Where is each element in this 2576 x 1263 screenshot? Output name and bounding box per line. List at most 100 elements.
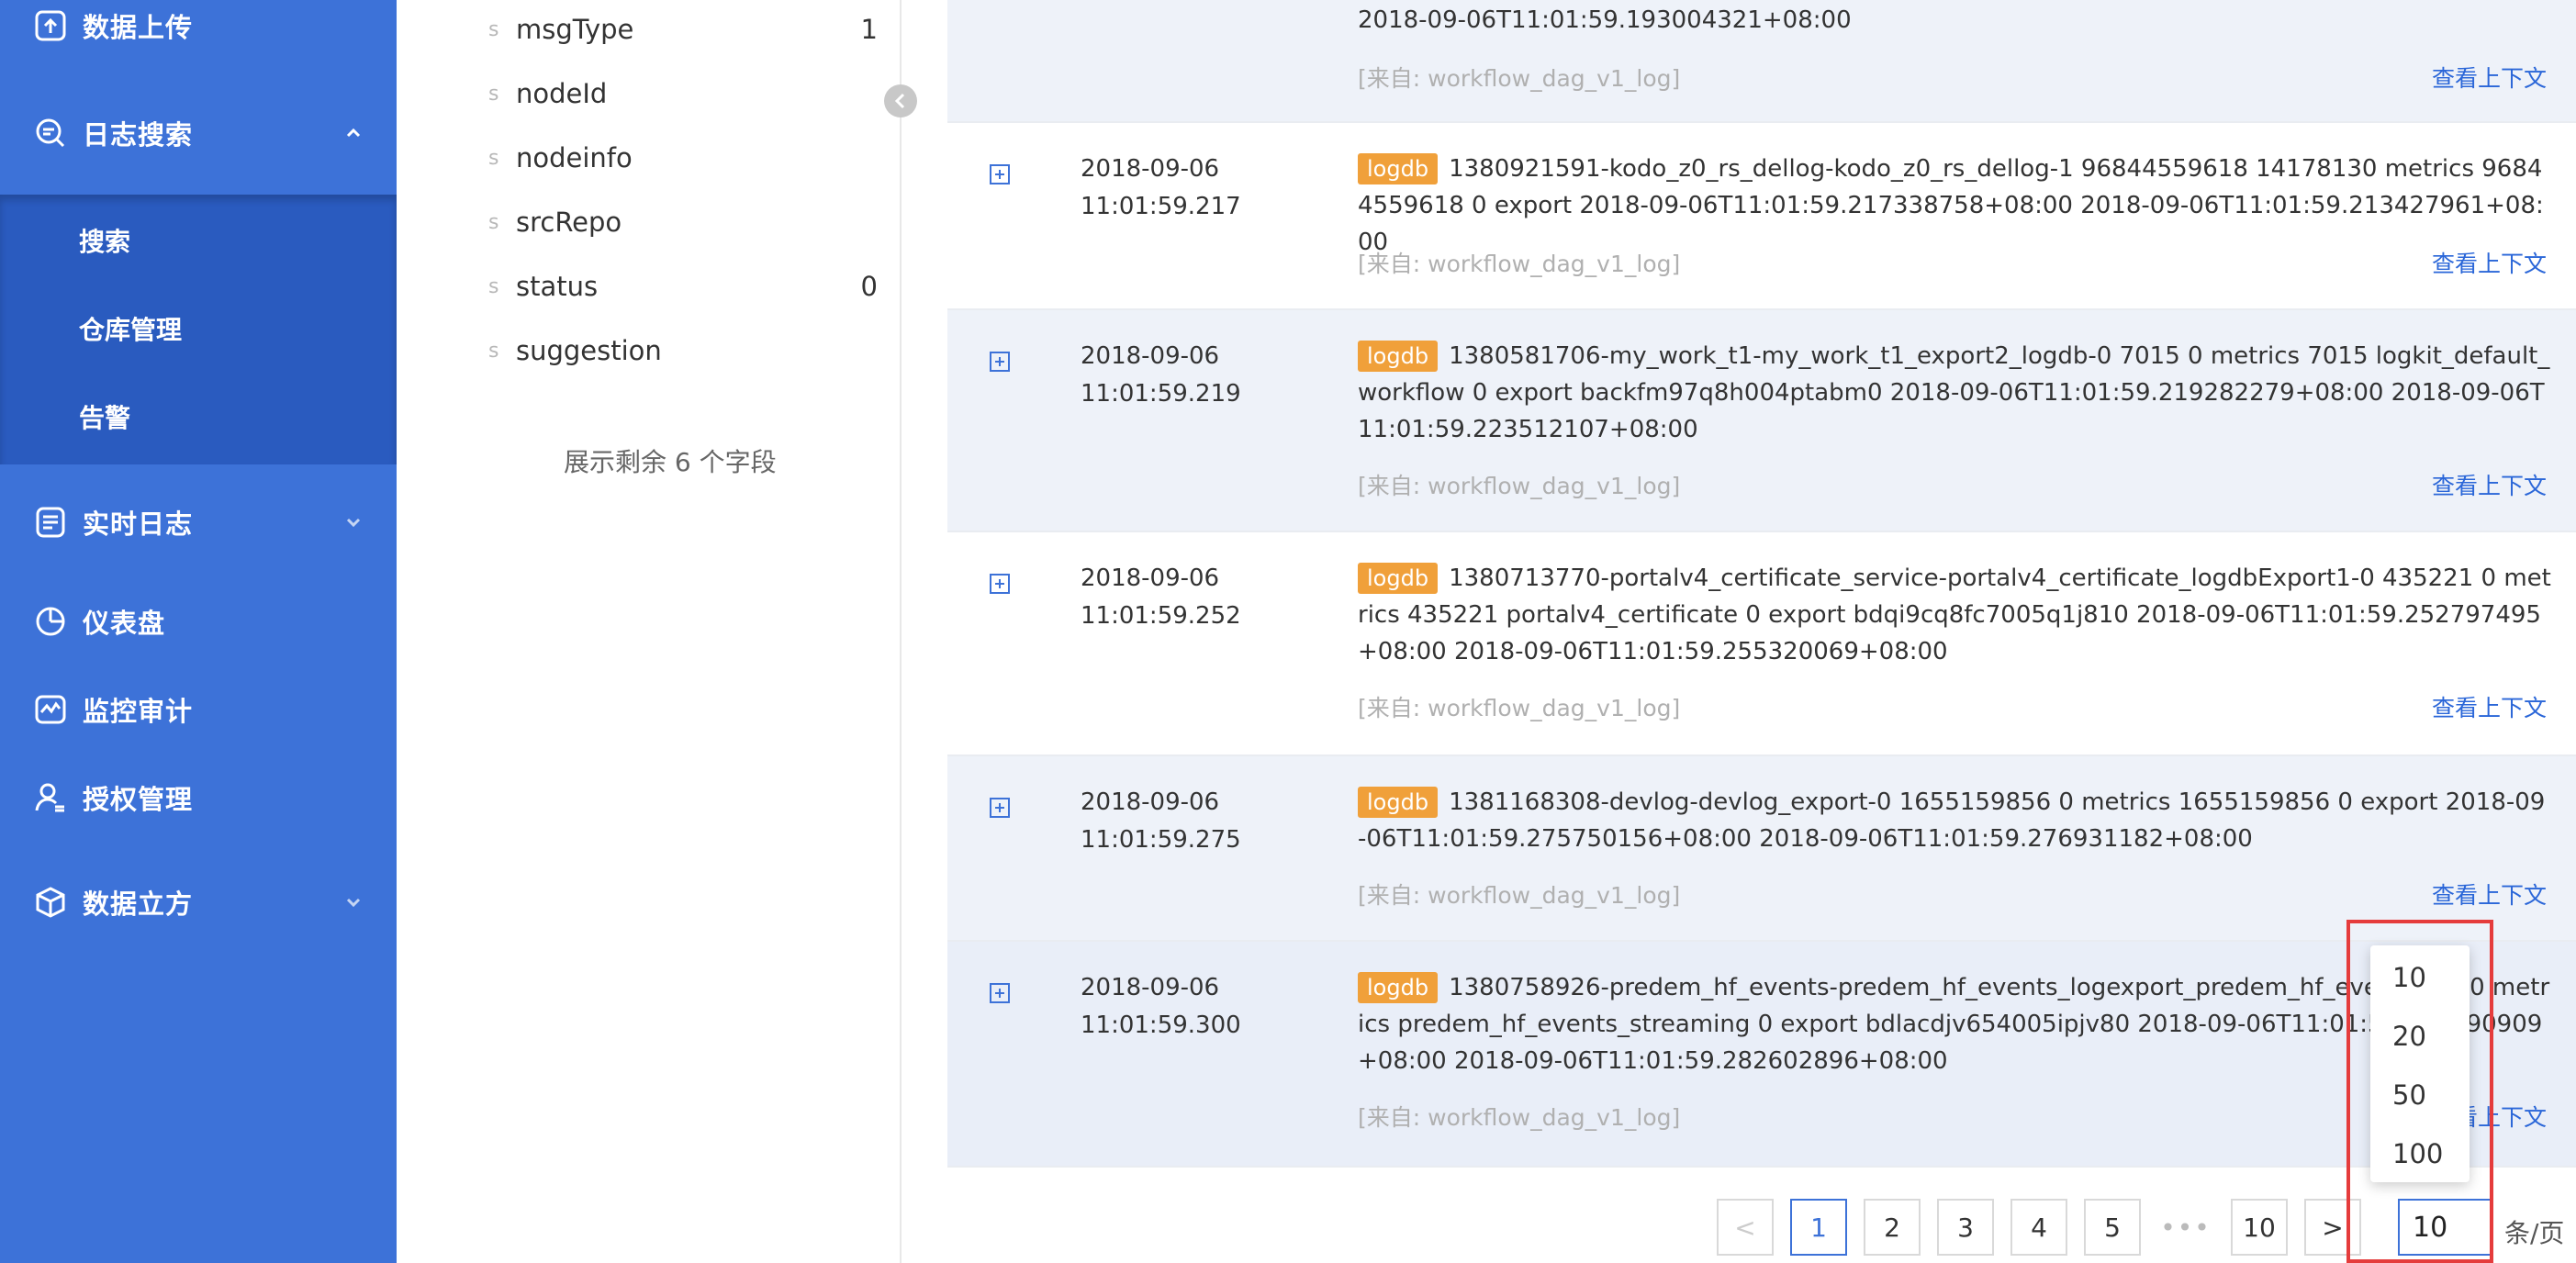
expand-icon[interactable] (989, 982, 1011, 1004)
collapse-panel-button[interactable] (884, 84, 917, 117)
view-context-link[interactable]: 查看上下文 (2432, 690, 2547, 723)
field-item-suggestion[interactable]: s suggestion (488, 328, 878, 374)
page-button-1[interactable]: 1 (1790, 1199, 1847, 1256)
logdb-tag: logdb (1358, 341, 1439, 372)
log-time: 11:01:59.275 (1081, 826, 1241, 854)
log-message: logdb 1380713770-portalv4_certificate_ser… (1358, 560, 2551, 670)
nav-item-log-search[interactable]: 日志搜索 (0, 89, 397, 177)
log-message: logdb 1380581706-my_work_t1-my_work_t1_ex… (1358, 338, 2551, 448)
field-type: s (488, 339, 499, 363)
nav-item-cube[interactable]: 数据立方 (0, 858, 397, 946)
per-page-label: 条/页 (2504, 1218, 2565, 1248)
logdb-tag: logdb (1358, 787, 1439, 818)
chevron-down-icon (343, 512, 364, 532)
page-size-option-20[interactable]: 20 (2392, 1021, 2426, 1052)
page-size-option-100[interactable]: 100 (2392, 1138, 2443, 1169)
log-message-text: 1380921591-kodo_z0_rs_dellog-kodo_z0_rs_… (1358, 155, 2544, 256)
page-button-2[interactable]: 2 (1864, 1199, 1921, 1256)
expand-icon[interactable] (989, 163, 1011, 185)
expand-icon[interactable] (989, 797, 1011, 819)
page-size-option-10[interactable]: 10 (2392, 962, 2426, 993)
log-date: 2018-09-06 (1081, 155, 1220, 183)
field-name: msgType (516, 14, 634, 45)
nav-item-dashboard[interactable]: 仪表盘 (0, 577, 397, 665)
log-row: 2018-09-06 11:01:59.219 logdb 1380581706-… (947, 310, 2576, 532)
field-name: suggestion (516, 335, 662, 366)
log-timestamp: 2018-09-06 11:01:59.275 (1081, 784, 1241, 859)
monitor-icon (33, 692, 68, 727)
log-source: [来自: workflow_dag_v1_log] (1358, 473, 1681, 499)
nav-label: 实时日志 (83, 509, 194, 540)
log-time: 11:01:59.219 (1081, 380, 1241, 408)
log-date: 2018-09-06 (1081, 974, 1220, 1001)
show-more-fields-link[interactable]: 展示剩余 6 个字段 (564, 442, 777, 479)
expand-icon[interactable] (989, 351, 1011, 373)
page-button-3[interactable]: 3 (1937, 1199, 1994, 1256)
nav-label: 仪表盘 (83, 608, 166, 639)
submenu-item-repo[interactable]: 仓库管理 (79, 310, 182, 347)
page-button-5[interactable]: 5 (2084, 1199, 2141, 1256)
prev-page-button[interactable]: < (1717, 1199, 1774, 1256)
log-message-text: 1380581706-my_work_t1-my_work_t1_export2… (1358, 342, 2550, 443)
chevron-left-icon (894, 93, 905, 109)
nav-label: 授权管理 (83, 784, 194, 815)
log-message: 2018-09-06T11:01:59.193004321+08:00 (1358, 6, 1852, 34)
log-source: [来自: workflow_dag_v1_log] (1358, 695, 1681, 721)
page-button-10[interactable]: 10 (2231, 1199, 2288, 1256)
log-date: 2018-09-06 (1081, 788, 1220, 816)
nav-item-monitor[interactable]: 监控审计 (0, 665, 397, 754)
cube-icon (33, 885, 68, 920)
field-type: s (488, 82, 499, 106)
next-page-button[interactable]: > (2304, 1199, 2361, 1256)
log-time: 11:01:59.217 (1081, 193, 1241, 220)
submenu-item-alert[interactable]: 告警 (79, 398, 130, 435)
view-context-link[interactable]: 查看上下文 (2432, 61, 2547, 94)
user-auth-icon (33, 780, 68, 815)
view-context-link[interactable]: 查看上下文 (2432, 246, 2547, 279)
log-search-icon (33, 116, 68, 151)
pagination-ellipsis[interactable]: ••• (2157, 1199, 2214, 1256)
view-context-link[interactable]: 查看上下文 (2432, 877, 2547, 911)
log-message-text: 1380713770-portalv4_certificate_service-… (1358, 564, 2551, 665)
log-source: [来自: workflow_dag_v1_log] (1358, 1104, 1681, 1131)
nav-item-realtime-log[interactable]: 实时日志 (0, 478, 397, 566)
field-panel: s msgType 1 s nodeId s nodeinfo s srcRep… (442, 0, 902, 1263)
field-name: nodeinfo (516, 142, 633, 173)
field-type: s (488, 274, 499, 298)
log-row-partial: 2018-09-06T11:01:59.193004321+08:00 [来自:… (947, 0, 2576, 123)
log-date: 2018-09-06 (1081, 564, 1220, 592)
upload-icon (33, 8, 68, 43)
page-size-input[interactable] (2398, 1199, 2493, 1256)
view-context-link[interactable]: 查看上下文 (2432, 468, 2547, 501)
log-timestamp: 2018-09-06 11:01:59.219 (1081, 338, 1241, 413)
field-name: srcRepo (516, 207, 622, 238)
log-date: 2018-09-06 (1081, 342, 1220, 370)
field-item-msgtype[interactable]: s msgType 1 (488, 6, 878, 52)
logdb-tag: logdb (1358, 153, 1439, 184)
log-message: logdb 1380921591-kodo_z0_rs_dellog-kodo_z… (1358, 151, 2551, 261)
field-item-nodeid[interactable]: s nodeId (488, 71, 878, 117)
chevron-down-icon (343, 892, 364, 912)
field-item-nodeinfo[interactable]: s nodeinfo (488, 135, 878, 181)
log-time: 11:01:59.252 (1081, 602, 1241, 630)
realtime-log-icon (33, 505, 68, 540)
nav-item-data-upload[interactable]: 数据上传 (0, 0, 397, 70)
log-source: [来自: workflow_dag_v1_log] (1358, 882, 1681, 909)
nav-item-auth[interactable]: 授权管理 (0, 754, 397, 842)
nav-label: 数据上传 (83, 12, 194, 43)
field-count: 1 (860, 14, 878, 45)
expand-icon[interactable] (989, 573, 1011, 595)
page-button-4[interactable]: 4 (2010, 1199, 2067, 1256)
field-item-status[interactable]: s status 0 (488, 263, 878, 309)
log-source: [来自: workflow_dag_v1_log] (1358, 65, 1681, 92)
field-item-srcrepo[interactable]: s srcRepo (488, 199, 878, 245)
field-count: 0 (860, 271, 878, 302)
field-name: nodeId (516, 78, 608, 109)
page-size-option-50[interactable]: 50 (2392, 1079, 2426, 1111)
log-search-submenu: 搜索 仓库管理 告警 (0, 195, 397, 464)
field-type: s (488, 210, 499, 234)
field-type: s (488, 17, 499, 41)
log-message: logdb 1381168308-devlog-devlog_export-0 1… (1358, 784, 2551, 857)
dashboard-icon (33, 604, 68, 639)
submenu-item-search[interactable]: 搜索 (79, 222, 130, 259)
